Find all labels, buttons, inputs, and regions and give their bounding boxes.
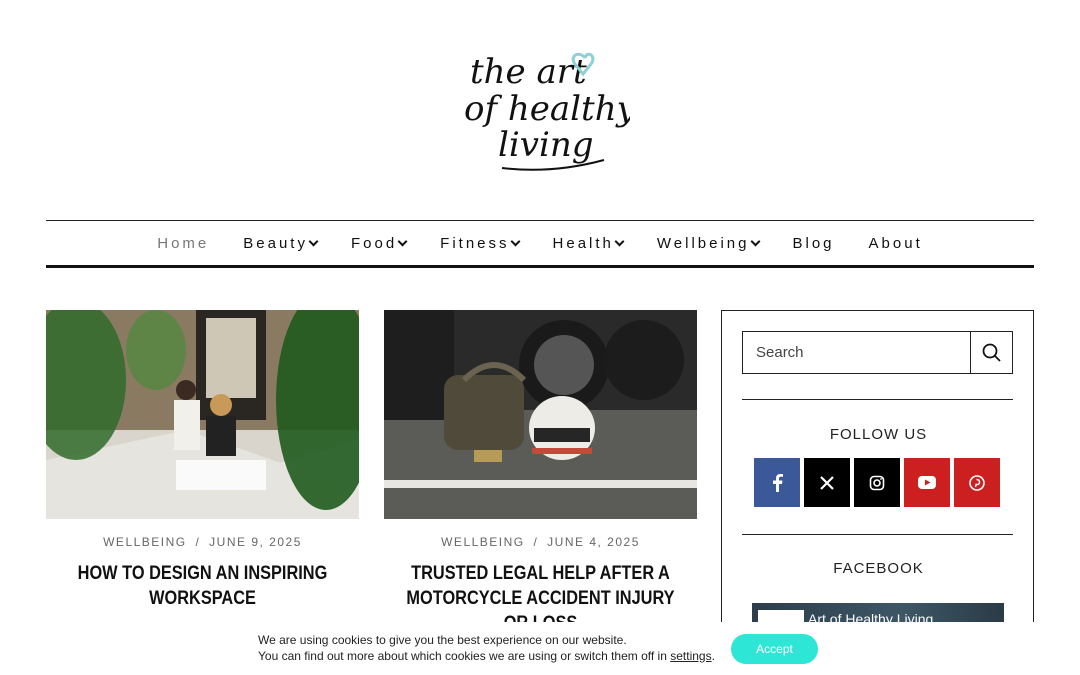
cookie-message: We are using cookies to give you the bes… <box>258 633 715 664</box>
instagram-icon <box>869 475 885 490</box>
post-image-workspace[interactable] <box>46 310 359 519</box>
nav-item-label: Home <box>157 234 210 252</box>
meta-separator: / <box>533 535 539 549</box>
nav-item-home[interactable]: Home <box>140 235 226 252</box>
search-form <box>742 331 1013 374</box>
social-links <box>754 458 1000 507</box>
x-link[interactable] <box>804 458 850 507</box>
sidebar: FOLLOW US FACEBOOK Art of Healthy Living <box>721 310 1034 633</box>
nav-item-wellbeing[interactable]: Wellbeing <box>640 235 776 252</box>
nav-item-blog[interactable]: Blog <box>776 235 852 252</box>
pinterest-link[interactable] <box>954 458 1000 507</box>
nav-item-about[interactable]: About <box>852 235 940 252</box>
chevron-down-icon <box>614 236 625 246</box>
search-button[interactable] <box>970 332 1012 373</box>
x-icon <box>820 475 834 490</box>
follow-us-heading: FOLLOW US <box>829 426 928 443</box>
post-meta: WELLBEING / JUNE 4, 2025 <box>384 535 697 549</box>
facebook-heading: FACEBOOK <box>833 560 924 577</box>
post-card: WELLBEING / JUNE 4, 2025 TRUSTED LEGAL H… <box>384 310 697 636</box>
post-date: JUNE 9, 2025 <box>209 535 302 549</box>
nav-item-beauty[interactable]: Beauty <box>226 235 334 252</box>
post-category[interactable]: WELLBEING <box>103 535 187 549</box>
chevron-down-icon <box>750 236 760 246</box>
logo-text-line1: the art <box>470 52 587 92</box>
site-logo[interactable]: the art of healthy living <box>450 38 637 188</box>
search-icon <box>982 343 1001 362</box>
post-category[interactable]: WELLBEING <box>441 535 525 549</box>
post-date: JUNE 4, 2025 <box>547 535 640 549</box>
logo-text-line2: of healthy <box>464 89 630 129</box>
search-input[interactable] <box>743 332 970 373</box>
meta-separator: / <box>195 535 201 549</box>
facebook-link[interactable] <box>754 458 800 507</box>
cookie-settings-link[interactable]: settings <box>670 649 711 663</box>
cookie-banner: We are using cookies to give you the bes… <box>0 622 1080 675</box>
logo-image: the art of healthy living <box>464 52 637 171</box>
instagram-link[interactable] <box>854 458 900 507</box>
pinterest-icon <box>969 474 985 491</box>
youtube-link[interactable] <box>904 458 950 507</box>
nav-item-health[interactable]: Health <box>536 235 640 252</box>
chevron-down-icon <box>397 236 408 246</box>
accept-cookies-button[interactable]: Accept <box>731 634 818 664</box>
divider <box>742 534 1013 535</box>
chevron-down-icon <box>510 236 520 246</box>
nav-item-label: Food <box>350 234 398 252</box>
nav-item-label: Fitness <box>440 234 510 252</box>
cookie-line2-suffix: . <box>711 648 715 663</box>
logo-text-line3: living <box>498 125 594 165</box>
cookie-line2: You can find out more about which cookie… <box>258 649 715 665</box>
nav-item-fitness[interactable]: Fitness <box>423 235 535 252</box>
divider <box>742 399 1013 400</box>
cookie-line2-prefix: You can find out more about which cookie… <box>258 648 671 663</box>
nav-item-label: Wellbeing <box>656 234 750 252</box>
youtube-icon <box>918 476 936 489</box>
nav-item-label: Blog <box>792 234 835 252</box>
chevron-down-icon <box>308 236 319 246</box>
facebook-icon <box>773 473 783 492</box>
nav-item-label: Beauty <box>243 234 308 252</box>
post-card: WELLBEING / JUNE 9, 2025 HOW TO DESIGN A… <box>46 310 359 611</box>
main-nav: Home Beauty Food Fitness Health Wellbein… <box>46 220 1034 268</box>
nav-item-food[interactable]: Food <box>334 235 423 252</box>
cookie-line1: We are using cookies to give you the bes… <box>258 633 627 647</box>
nav-item-label: About <box>868 234 923 252</box>
nav-item-label: Health <box>552 234 614 252</box>
post-title[interactable]: HOW TO DESIGN AN INSPIRING WORKSPACE <box>68 561 337 611</box>
post-image-motorcycle[interactable] <box>384 310 697 519</box>
post-meta: WELLBEING / JUNE 9, 2025 <box>46 535 359 549</box>
